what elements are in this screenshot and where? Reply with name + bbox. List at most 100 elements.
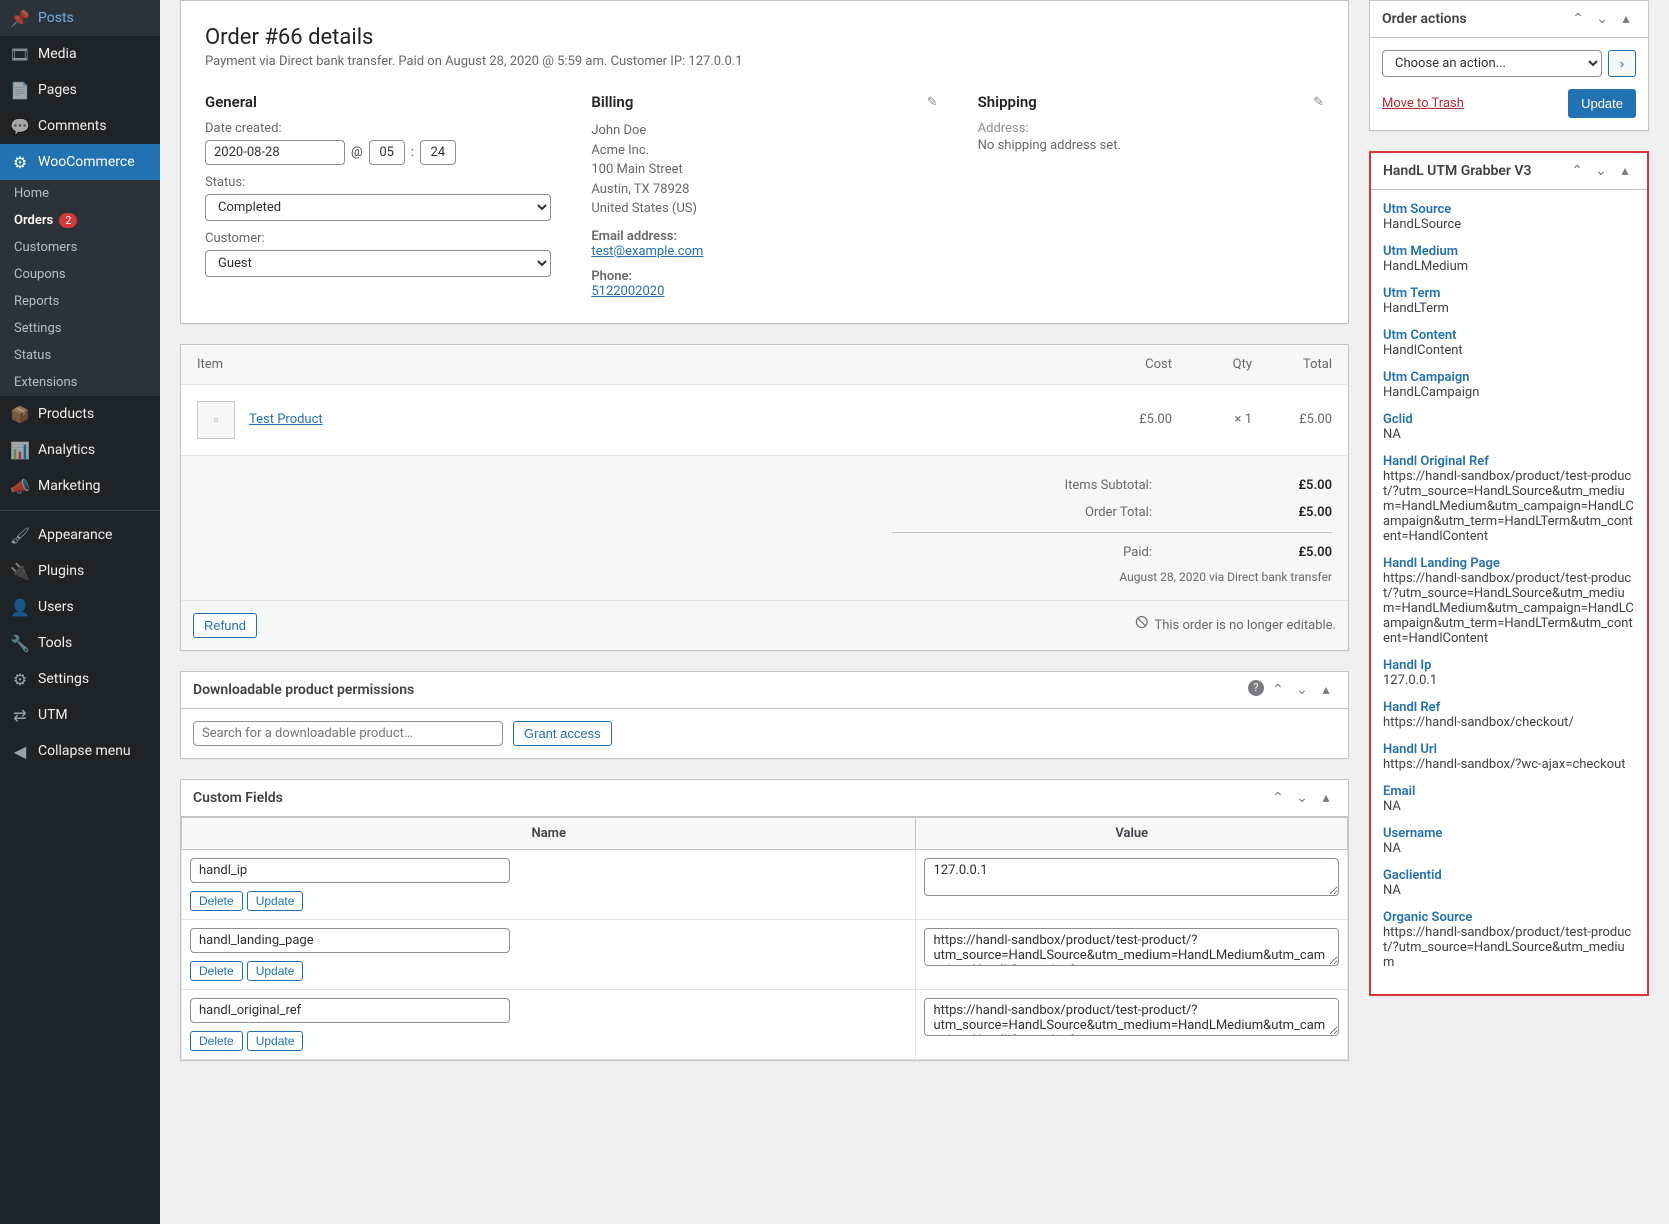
- sidebar-item-plugins[interactable]: 🔌Plugins: [0, 553, 160, 589]
- sidebar-item-analytics[interactable]: 📊Analytics: [0, 432, 160, 468]
- collapse-icon[interactable]: ▴: [1616, 9, 1636, 29]
- utm-value: https://handl-sandbox/product/test-produ…: [1383, 925, 1631, 970]
- sidebar-item-products[interactable]: 📦Products: [0, 396, 160, 432]
- cf-value-textarea[interactable]: 127.0.0.1: [924, 858, 1339, 896]
- utm-item: Handl Urlhttps://handl-sandbox/?wc-ajax=…: [1383, 742, 1635, 772]
- tools-icon: 🔧: [10, 633, 30, 653]
- downloadable-search-input[interactable]: [193, 721, 503, 746]
- refund-button[interactable]: Refund: [193, 613, 257, 638]
- utm-label: Organic Source: [1383, 910, 1635, 925]
- cf-delete-button[interactable]: Delete: [190, 1031, 243, 1051]
- cf-value-textarea[interactable]: https://handl-sandbox/product/test-produ…: [924, 998, 1339, 1036]
- custom-field-row: DeleteUpdate https://handl-sandbox/produc…: [182, 919, 1348, 989]
- subtotal-label: Items Subtotal:: [892, 478, 1252, 493]
- sidebar-sub-customers[interactable]: Customers: [0, 234, 160, 261]
- sidebar-item-pages[interactable]: 📄Pages: [0, 72, 160, 108]
- edit-shipping-icon[interactable]: ✎: [1313, 95, 1324, 110]
- hour-input[interactable]: [369, 140, 405, 165]
- utm-item: Handl Original Refhttps://handl-sandbox/…: [1383, 454, 1635, 544]
- billing-email-link[interactable]: test@example.com: [591, 244, 703, 259]
- sidebar-item-media[interactable]: 🎞Media: [0, 36, 160, 72]
- utm-label: Utm Source: [1383, 202, 1635, 217]
- cf-name-input[interactable]: [190, 998, 510, 1023]
- cf-update-button[interactable]: Update: [247, 891, 304, 911]
- item-qty: × 1: [1172, 412, 1252, 427]
- utm-icon: ⇄: [10, 705, 30, 725]
- sidebar-sub-label: Status: [14, 348, 51, 363]
- help-icon[interactable]: ?: [1248, 680, 1264, 696]
- collapse-icon[interactable]: ▴: [1615, 161, 1635, 181]
- chevron-up-icon[interactable]: ⌃: [1268, 788, 1288, 808]
- chevron-down-icon[interactable]: ⌄: [1292, 680, 1312, 700]
- cf-value-textarea[interactable]: https://handl-sandbox/product/test-produ…: [924, 928, 1339, 966]
- minute-input[interactable]: [420, 140, 456, 165]
- chevron-down-icon[interactable]: ⌄: [1591, 161, 1611, 181]
- chevron-up-icon[interactable]: ⌃: [1568, 9, 1588, 29]
- sidebar-label: WooCommerce: [38, 154, 135, 170]
- utm-label: Handl Url: [1383, 742, 1635, 757]
- sidebar-item-tools[interactable]: 🔧Tools: [0, 625, 160, 661]
- cf-name-input[interactable]: [190, 858, 510, 883]
- email-label: Email address:: [591, 229, 937, 244]
- sidebar-item-comments[interactable]: 💬Comments: [0, 108, 160, 144]
- sidebar-item-users[interactable]: 👤Users: [0, 589, 160, 625]
- order-details-box: Order #66 details Payment via Direct ban…: [180, 0, 1349, 324]
- sidebar-item-appearance[interactable]: 🖌Appearance: [0, 517, 160, 553]
- cf-update-button[interactable]: Update: [247, 961, 304, 981]
- chevron-up-icon[interactable]: ⌃: [1567, 161, 1587, 181]
- order-action-select[interactable]: Choose an action...: [1382, 50, 1602, 77]
- sidebar-item-posts[interactable]: 📌Posts: [0, 0, 160, 36]
- utm-label: Gaclientid: [1383, 868, 1635, 883]
- sidebar-sub-status[interactable]: Status: [0, 342, 160, 369]
- billing-country: United States (US): [591, 199, 937, 219]
- cf-update-button[interactable]: Update: [247, 1031, 304, 1051]
- utm-item: Handl Refhttps://handl-sandbox/checkout/: [1383, 700, 1635, 730]
- item-cost: £5.00: [1092, 412, 1172, 427]
- utm-label: Utm Content: [1383, 328, 1635, 343]
- utm-value: HandlContent: [1383, 343, 1463, 358]
- sidebar-sub-settings[interactable]: Settings: [0, 315, 160, 342]
- sidebar-sub-home[interactable]: Home: [0, 180, 160, 207]
- utm-item: Handl Landing Pagehttps://handl-sandbox/…: [1383, 556, 1635, 646]
- order-action-go-button[interactable]: ›: [1608, 50, 1636, 77]
- sidebar-sub-label: Customers: [14, 240, 77, 255]
- cf-delete-button[interactable]: Delete: [190, 891, 243, 911]
- item-name-link[interactable]: Test Product: [249, 412, 323, 427]
- chevron-up-icon[interactable]: ⌃: [1268, 680, 1288, 700]
- customer-select[interactable]: Guest: [205, 250, 551, 277]
- items-header-total: Total: [1252, 357, 1332, 372]
- cf-name-input[interactable]: [190, 928, 510, 953]
- date-input[interactable]: [205, 140, 345, 165]
- utm-grabber-box: HandL UTM Grabber V3 ⌃ ⌄ ▴ Utm Source Han…: [1369, 151, 1649, 996]
- utm-label: Handl Original Ref: [1383, 454, 1635, 469]
- utm-label: Handl Landing Page: [1383, 556, 1635, 571]
- pages-icon: 📄: [10, 80, 30, 100]
- chevron-down-icon[interactable]: ⌄: [1292, 788, 1312, 808]
- sidebar-sub-extensions[interactable]: Extensions: [0, 369, 160, 396]
- collapse-icon[interactable]: ▴: [1316, 788, 1336, 808]
- move-to-trash-link[interactable]: Move to Trash: [1382, 96, 1464, 111]
- edit-billing-icon[interactable]: ✎: [927, 95, 938, 110]
- sidebar-sub-reports[interactable]: Reports: [0, 288, 160, 315]
- utm-item: Organic Sourcehttps://handl-sandbox/prod…: [1383, 910, 1635, 970]
- grant-access-button[interactable]: Grant access: [513, 721, 612, 746]
- sidebar-sub-label: Reports: [14, 294, 59, 309]
- order-subtitle: Payment via Direct bank transfer. Paid o…: [205, 54, 1324, 69]
- sidebar-item-woocommerce[interactable]: ⚙ WooCommerce: [0, 144, 160, 180]
- sidebar-item-marketing[interactable]: 📣Marketing: [0, 468, 160, 504]
- billing-phone-link[interactable]: 5122002020: [591, 284, 664, 299]
- general-column: General Date created: @ :: [205, 93, 551, 299]
- sidebar-sub-coupons[interactable]: Coupons: [0, 261, 160, 288]
- status-select[interactable]: Completed: [205, 194, 551, 221]
- status-label: Status:: [205, 175, 551, 190]
- chevron-down-icon[interactable]: ⌄: [1592, 9, 1612, 29]
- update-button[interactable]: Update: [1568, 89, 1636, 118]
- sidebar-item-settings[interactable]: ⚙Settings: [0, 661, 160, 697]
- sidebar-item-collapse-menu[interactable]: ◀Collapse menu: [0, 733, 160, 769]
- sidebar-item-utm[interactable]: ⇄UTM: [0, 697, 160, 733]
- downloadable-title: Downloadable product permissions: [193, 682, 1248, 698]
- utm-title: HandL UTM Grabber V3: [1383, 163, 1567, 179]
- sidebar-sub-orders[interactable]: Orders2: [0, 207, 160, 234]
- cf-delete-button[interactable]: Delete: [190, 961, 243, 981]
- collapse-icon[interactable]: ▴: [1316, 680, 1336, 700]
